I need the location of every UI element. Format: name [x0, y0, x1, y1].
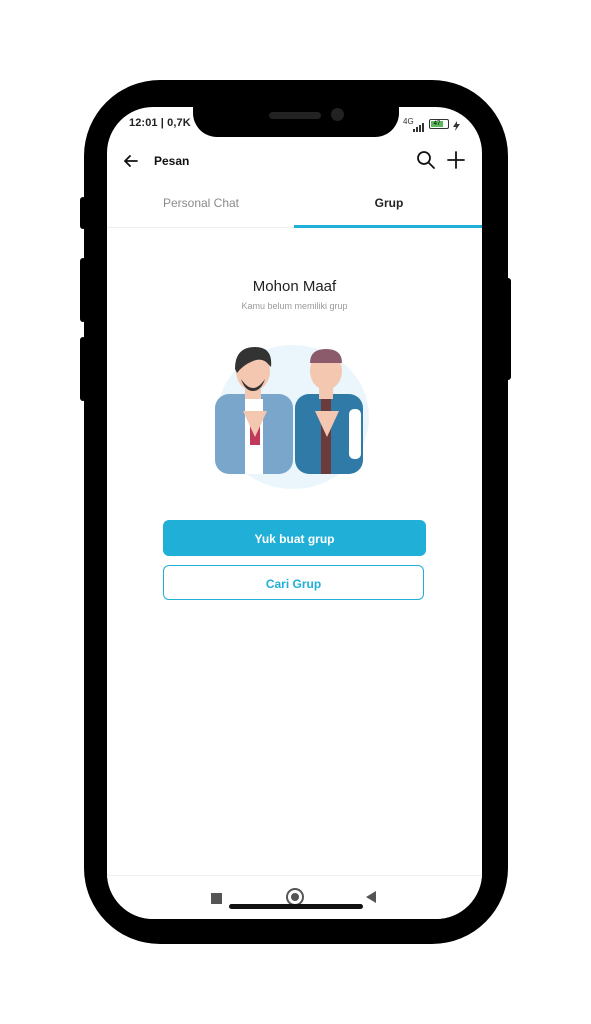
active-tab-indicator: [294, 225, 482, 228]
search-icon[interactable]: [415, 149, 437, 171]
status-time: 12:01 | 0,7K: [129, 117, 191, 129]
battery-level: 47: [431, 121, 443, 127]
phone-side-button: [80, 197, 86, 229]
nav-home-dot: [291, 893, 299, 901]
charging-icon: [453, 118, 460, 136]
phone-volume-down: [80, 337, 86, 401]
phone-volume-up: [80, 258, 86, 322]
find-group-button[interactable]: Cari Grup: [163, 565, 424, 600]
signal-icon: [413, 119, 425, 137]
back-arrow-icon[interactable]: [120, 150, 142, 172]
empty-state-title: Mohon Maaf: [252, 278, 337, 295]
create-group-button[interactable]: Yuk buat grup: [163, 520, 426, 556]
home-indicator[interactable]: [229, 904, 363, 909]
notch: [193, 107, 399, 137]
battery-icon: 47: [429, 119, 449, 129]
speaker-grille: [269, 112, 321, 119]
nav-square-icon[interactable]: [211, 893, 222, 904]
greeting-men-illustration: [213, 339, 377, 489]
tab-grup[interactable]: Grup: [295, 196, 482, 210]
page-title: Pesan: [154, 154, 190, 168]
tab-personal-chat[interactable]: Personal Chat: [107, 196, 295, 210]
empty-state-subtitle: Kamu belum memiliki grup: [241, 301, 348, 311]
phone-screen: 12:01 | 0,7K 4G 47 Pesan Personal Chat G…: [107, 107, 482, 919]
front-camera: [331, 108, 344, 121]
nav-back-icon[interactable]: [366, 891, 376, 903]
phone-power-button: [505, 278, 511, 380]
plus-icon[interactable]: [445, 149, 467, 171]
